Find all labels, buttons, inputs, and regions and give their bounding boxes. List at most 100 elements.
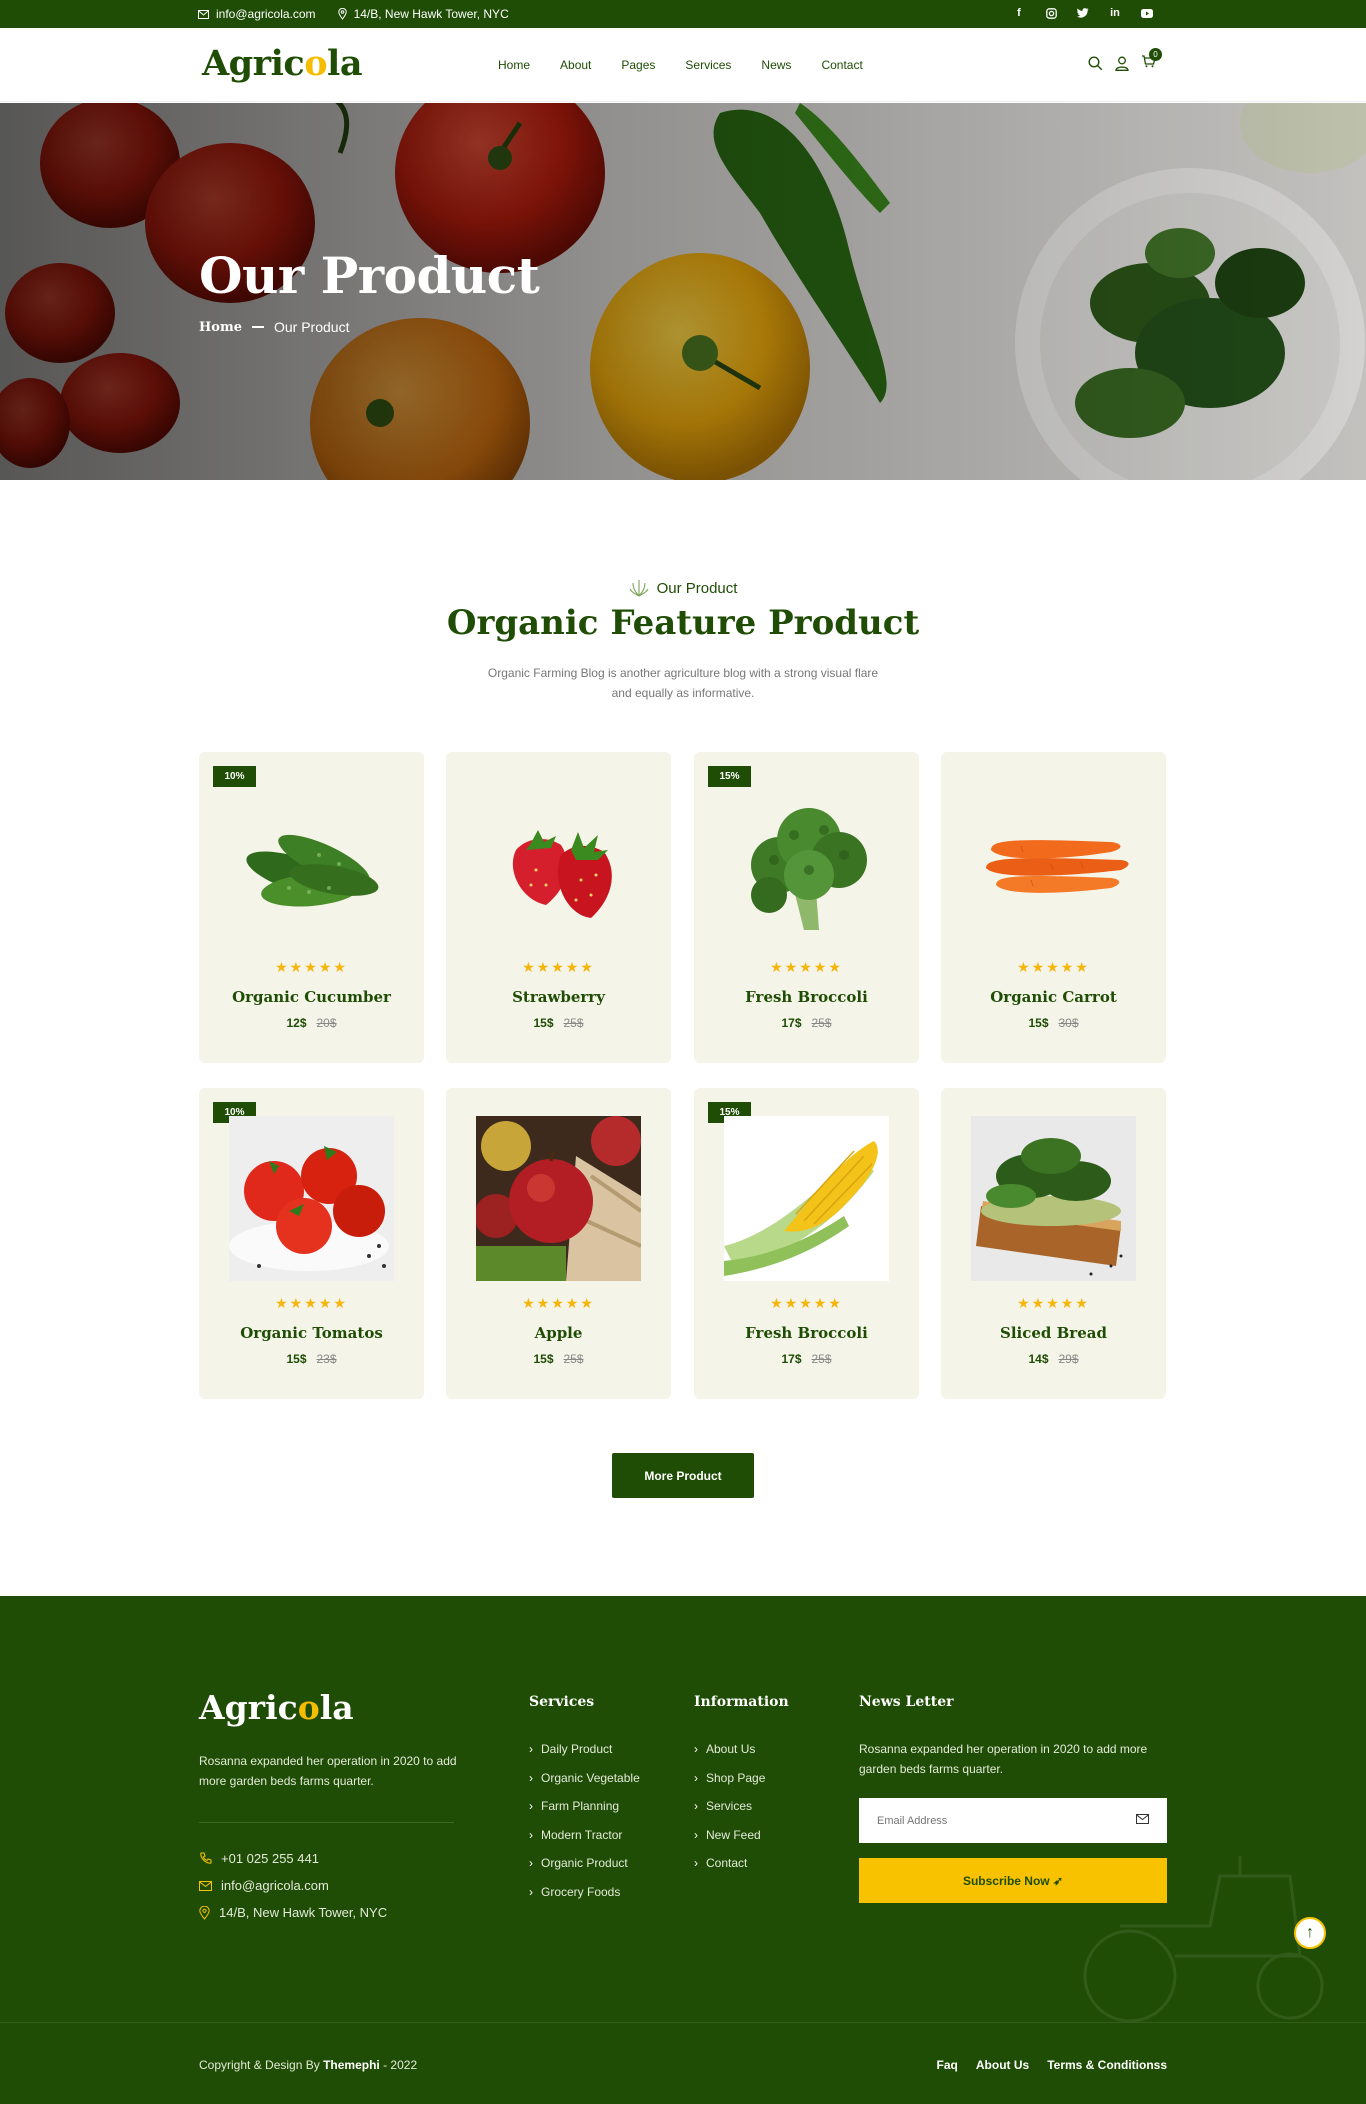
breadcrumb: Home Our Product: [199, 319, 349, 335]
nav-home[interactable]: Home: [498, 58, 530, 72]
chevron-right-icon: ›: [694, 1799, 698, 1813]
footer-link[interactable]: › About Us: [694, 1742, 765, 1771]
carrot-image: [986, 840, 1129, 893]
footer-link[interactable]: › Shop Page: [694, 1771, 765, 1800]
nav-contact[interactable]: Contact: [821, 58, 862, 72]
site-logo[interactable]: Agricola: [202, 43, 363, 84]
product-price: 12$ 20$: [199, 1016, 424, 1030]
topbar-email-text: info@agricola.com: [216, 7, 316, 21]
product-card[interactable]: ★★★★★ Strawberry 15$ 25$: [446, 752, 671, 1063]
nav-pages[interactable]: Pages: [621, 58, 655, 72]
current-price: 15$: [286, 1352, 307, 1366]
page-title: Our Product: [199, 246, 540, 305]
product-price: 15$ 25$: [446, 1016, 671, 1030]
product-name[interactable]: Organic Cucumber: [199, 988, 424, 1006]
star-rating: ★★★★★: [770, 1295, 843, 1311]
footer-link[interactable]: › Daily Product: [529, 1742, 640, 1771]
footer-email[interactable]: info@agricola.com: [199, 1878, 329, 1893]
footer-link[interactable]: › Modern Tractor: [529, 1828, 640, 1857]
footer-link[interactable]: › New Feed: [694, 1828, 765, 1857]
newsletter-email-input[interactable]: [859, 1798, 1167, 1843]
about-us-link[interactable]: About Us: [976, 2058, 1029, 2072]
footer-phone[interactable]: +01 025 255 441: [199, 1851, 319, 1866]
product-card[interactable]: 10% ★★★★★ Organic Tomatos 15$ 23$: [199, 1088, 424, 1399]
nav-about[interactable]: About: [560, 58, 591, 72]
product-card[interactable]: 10% ★★★★★ Organic Cucumber 12$ 20$: [199, 752, 424, 1063]
cart-button[interactable]: 0: [1141, 48, 1162, 73]
site-header: Agricola Home About Pages Services News …: [0, 28, 1366, 102]
breadcrumb-home[interactable]: Home: [199, 320, 242, 335]
subscribe-button[interactable]: Subscribe Now ➶: [859, 1858, 1167, 1903]
product-card[interactable]: ★★★★★ Organic Carrot 15$ 30$: [941, 752, 1166, 1063]
newsletter-description: Rosanna expanded her operation in 2020 t…: [859, 1742, 1148, 1776]
terms-link[interactable]: Terms & Conditionss: [1047, 2058, 1167, 2072]
star-rating: ★★★★★: [1017, 1295, 1090, 1311]
product-name[interactable]: Fresh Broccoli: [694, 1324, 919, 1342]
product-card[interactable]: ★★★★★ Sliced Bread 14$ 29$: [941, 1088, 1166, 1399]
cucumber-image: [246, 834, 379, 907]
footer-link-label: Organic Vegetable: [541, 1770, 640, 1785]
product-card[interactable]: ★★★★★ Apple 15$ 25$: [446, 1088, 671, 1399]
product-name[interactable]: Apple: [446, 1324, 671, 1342]
user-icon[interactable]: [1115, 56, 1129, 71]
subscribe-label: Subscribe Now: [962, 1873, 1050, 1888]
footer-link-label: Grocery Foods: [541, 1884, 621, 1899]
services-heading: Services: [529, 1694, 595, 1710]
product-name[interactable]: Organic Tomatos: [199, 1324, 424, 1342]
old-price: 25$: [811, 1352, 832, 1366]
facebook-icon[interactable]: f: [1012, 6, 1026, 20]
old-price: 20$: [316, 1016, 337, 1030]
old-price: 25$: [563, 1352, 584, 1366]
twitter-icon[interactable]: [1076, 6, 1090, 20]
sliced-bread-image: [971, 1116, 1136, 1281]
linkedin-icon[interactable]: in: [1108, 6, 1122, 20]
star-rating: ★★★★★: [275, 1295, 348, 1311]
star-rating: ★★★★★: [770, 959, 843, 975]
apple-image: [476, 1116, 641, 1281]
product-card[interactable]: 15% ★★★★★ Fresh Broccoli 17$ 25$: [694, 1088, 919, 1399]
footer-link[interactable]: › Organic Product: [529, 1856, 640, 1885]
footer-link[interactable]: › Services: [694, 1799, 765, 1828]
scroll-to-top-button[interactable]: ↑: [1294, 1917, 1326, 1949]
main-nav: Home About Pages Services News Contact: [498, 58, 893, 72]
footer-link-label: Modern Tractor: [541, 1827, 623, 1842]
product-price: 17$ 25$: [694, 1016, 919, 1030]
services-list: › Daily Product › Organic Vegetable › Farm …: [529, 1742, 640, 1913]
youtube-icon[interactable]: [1140, 6, 1154, 20]
topbar-address: 14/B, New Hawk Tower, NYC: [337, 7, 509, 21]
chevron-right-icon: ›: [529, 1770, 533, 1785]
topbar-email[interactable]: info@agricola.com: [198, 7, 316, 21]
section-title: Organic Feature Product: [446, 603, 920, 643]
site-footer: Agricola Rosanna expanded her operation …: [0, 1596, 1366, 2104]
section-description: Organic Farming Blog is another agricult…: [487, 666, 879, 700]
product-name[interactable]: Organic Carrot: [941, 988, 1166, 1006]
footer-link[interactable]: › Grocery Foods: [529, 1885, 640, 1914]
broccoli-image: [751, 808, 867, 930]
product-name[interactable]: Sliced Bread: [941, 1324, 1166, 1342]
old-price: 25$: [811, 1016, 832, 1030]
nav-services[interactable]: Services: [685, 58, 731, 72]
logo-text-end: la: [319, 1688, 354, 1727]
copyright-brand[interactable]: Themephi: [323, 2058, 380, 2072]
newsletter-heading: News Letter: [859, 1694, 954, 1710]
footer-link[interactable]: › Farm Planning: [529, 1799, 640, 1828]
search-icon[interactable]: [1088, 56, 1103, 71]
send-icon: ➶: [1052, 1873, 1064, 1888]
location-icon: [337, 8, 347, 20]
current-price: 15$: [533, 1352, 554, 1366]
product-name[interactable]: Fresh Broccoli: [694, 988, 919, 1006]
footer-link[interactable]: › Organic Vegetable: [529, 1771, 640, 1800]
more-product-button[interactable]: More Product: [612, 1453, 754, 1498]
mail-icon: [198, 9, 209, 19]
product-card[interactable]: 15% ★★★★★ Fresh Broccoli 17$ 25$: [694, 752, 919, 1063]
star-rating: ★★★★★: [522, 959, 595, 975]
footer-link[interactable]: › Contact: [694, 1856, 765, 1885]
product-price: 14$ 29$: [941, 1352, 1166, 1366]
footer-logo[interactable]: Agricola: [199, 1688, 354, 1727]
nav-news[interactable]: News: [761, 58, 791, 72]
faq-link[interactable]: Faq: [937, 2058, 958, 2072]
product-name[interactable]: Strawberry: [446, 988, 671, 1006]
instagram-icon[interactable]: [1044, 6, 1058, 20]
copyright-year: - 2022: [383, 2058, 418, 2072]
current-price: 17$: [781, 1016, 802, 1030]
